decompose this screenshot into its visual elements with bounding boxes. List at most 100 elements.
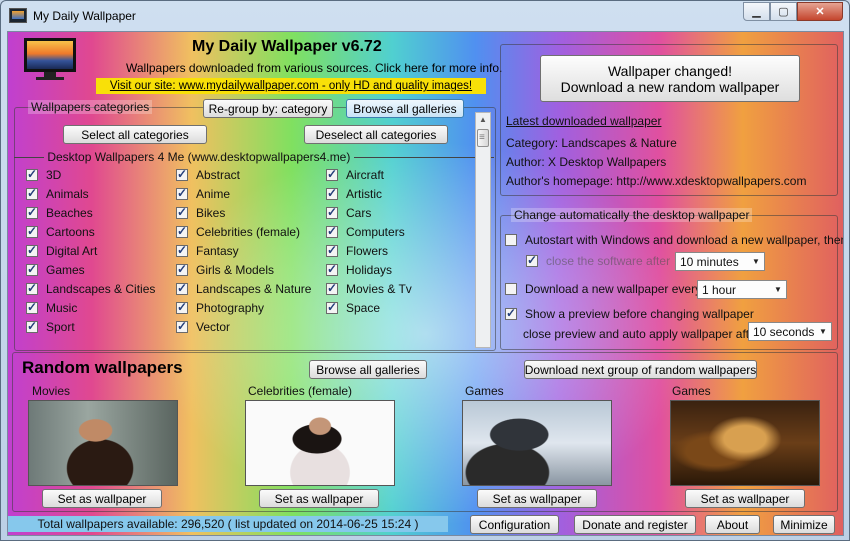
category-anime[interactable]: Anime [176, 186, 231, 201]
category-girls-models[interactable]: Girls & Models [176, 262, 274, 277]
category-sport[interactable]: Sport [26, 319, 75, 334]
download-every-checkbox[interactable]: Download a new wallpaper every [505, 282, 701, 296]
download-next-group-button[interactable]: Download next group of random wallpapers [524, 360, 757, 379]
category-abstract[interactable]: Abstract [176, 167, 240, 182]
window-title: My Daily Wallpaper [33, 9, 136, 23]
category-artistic[interactable]: Artistic [326, 186, 382, 201]
category-celebrities-female[interactable]: Celebrities (female) [176, 224, 300, 239]
app-subtitle-link[interactable]: Wallpapers downloaded from various sourc… [126, 61, 502, 75]
checkbox[interactable] [26, 319, 38, 333]
checkbox[interactable] [26, 167, 38, 181]
set-as-wallpaper-button-1[interactable]: Set as wallpaper [42, 489, 162, 508]
checkbox[interactable] [326, 243, 338, 257]
checkbox[interactable] [176, 262, 188, 276]
checkbox[interactable] [26, 281, 38, 295]
category-movies-tv[interactable]: Movies & Tv [326, 281, 412, 296]
category-cartoons[interactable]: Cartoons [26, 224, 95, 239]
promo-link[interactable]: Visit our site: www.mydailywallpaper.com… [96, 78, 486, 94]
preview-checkbox[interactable]: Show a preview before changing wallpaper [505, 306, 754, 321]
checkbox[interactable] [26, 205, 38, 219]
category-music[interactable]: Music [26, 300, 77, 315]
latest-category: Category: Landscapes & Nature [506, 136, 677, 150]
set-as-wallpaper-button-3[interactable]: Set as wallpaper [477, 489, 597, 508]
checkbox[interactable] [26, 224, 38, 238]
checkbox[interactable] [326, 186, 338, 200]
category-landscapes-nature[interactable]: Landscapes & Nature [176, 281, 312, 296]
random-wallpaper-thumbnail-4[interactable] [670, 400, 820, 486]
category-fantasy[interactable]: Fantasy [176, 243, 239, 258]
latest-wallpaper-heading[interactable]: Latest downloaded wallpaper [506, 114, 661, 128]
category-holidays[interactable]: Holidays [326, 262, 392, 277]
category-cars[interactable]: Cars [326, 205, 371, 220]
checkbox[interactable] [326, 205, 338, 219]
random-wallpaper-thumbnail-2[interactable] [245, 400, 395, 486]
category-beaches[interactable]: Beaches [26, 205, 93, 220]
random-wallpaper-thumbnail-1[interactable] [28, 400, 178, 486]
checkbox[interactable] [26, 186, 38, 200]
checkbox[interactable] [326, 281, 338, 295]
checkbox[interactable] [176, 186, 188, 200]
set-as-wallpaper-button-4[interactable]: Set as wallpaper [685, 489, 805, 508]
checkbox[interactable] [505, 283, 517, 295]
checkbox[interactable] [176, 243, 188, 257]
checkbox[interactable] [176, 224, 188, 238]
download-random-label: Download a new random wallpaper [560, 79, 780, 95]
categories-scrollbar[interactable]: ▲ [475, 112, 491, 348]
checkbox[interactable] [26, 262, 38, 276]
checkbox[interactable] [326, 224, 338, 238]
configuration-button[interactable]: Configuration [470, 515, 559, 534]
category-landscapes-cities[interactable]: Landscapes & Cities [26, 281, 155, 296]
checkbox[interactable] [26, 243, 38, 257]
category-label: Fantasy [196, 244, 239, 258]
title-bar[interactable]: My Daily Wallpaper ▁ ▢ ✕ [1, 1, 849, 31]
window-maximize-button[interactable]: ▢ [770, 2, 797, 21]
category-digital-art[interactable]: Digital Art [26, 243, 97, 258]
checkbox[interactable] [26, 300, 38, 314]
download-random-wallpaper-button[interactable]: Wallpaper changed! Download a new random… [540, 55, 800, 102]
close-software-checkbox[interactable]: close the software after [526, 253, 670, 268]
category-3d[interactable]: 3D [26, 167, 61, 182]
checkbox[interactable] [526, 253, 538, 267]
checkbox[interactable] [176, 300, 188, 314]
select-all-categories-button[interactable]: Select all categories [63, 125, 207, 144]
category-photography[interactable]: Photography [176, 300, 264, 315]
donate-register-button[interactable]: Donate and register [574, 515, 696, 534]
window-minimize-button[interactable]: ▁ [743, 2, 770, 21]
autostart-checkbox[interactable]: Autostart with Windows and download a ne… [505, 233, 843, 247]
deselect-all-categories-button[interactable]: Deselect all categories [304, 125, 448, 144]
checkbox[interactable] [176, 281, 188, 295]
checkbox[interactable] [326, 167, 338, 181]
about-button[interactable]: About [705, 515, 760, 534]
checkbox[interactable] [176, 167, 188, 181]
checkbox[interactable] [326, 262, 338, 276]
checkbox[interactable] [505, 306, 517, 320]
minimize-button[interactable]: Minimize [773, 515, 835, 534]
scroll-thumb[interactable] [477, 129, 489, 147]
close-after-select[interactable]: 10 minutes ▼ [675, 252, 765, 271]
checkbox[interactable] [176, 205, 188, 219]
set-as-wallpaper-button-2[interactable]: Set as wallpaper [259, 489, 379, 508]
category-computers[interactable]: Computers [326, 224, 405, 239]
browse-all-galleries-button-bottom[interactable]: Browse all galleries [309, 360, 427, 379]
category-aircraft[interactable]: Aircraft [326, 167, 384, 182]
browse-all-galleries-button-top[interactable]: Browse all galleries [346, 99, 464, 118]
regroup-button[interactable]: Re-group by: category [203, 99, 333, 118]
category-label: Landscapes & Nature [196, 282, 312, 296]
download-every-select[interactable]: 1 hour ▼ [697, 280, 787, 299]
checkbox[interactable] [505, 234, 517, 246]
latest-homepage[interactable]: Author's homepage: http://www.xdesktopwa… [506, 174, 806, 188]
category-flowers[interactable]: Flowers [326, 243, 388, 258]
category-label: Anime [196, 187, 231, 201]
checkbox[interactable] [176, 319, 188, 333]
random-category-1: Movies [32, 384, 71, 398]
apply-after-select[interactable]: 10 seconds ▼ [748, 322, 832, 341]
scroll-up-icon[interactable]: ▲ [476, 113, 490, 127]
random-wallpaper-thumbnail-3[interactable] [462, 400, 612, 486]
category-animals[interactable]: Animals [26, 186, 89, 201]
category-games[interactable]: Games [26, 262, 85, 277]
checkbox[interactable] [326, 300, 338, 314]
category-bikes[interactable]: Bikes [176, 205, 225, 220]
category-vector[interactable]: Vector [176, 319, 230, 334]
category-space[interactable]: Space [326, 300, 380, 315]
window-close-button[interactable]: ✕ [797, 2, 843, 21]
